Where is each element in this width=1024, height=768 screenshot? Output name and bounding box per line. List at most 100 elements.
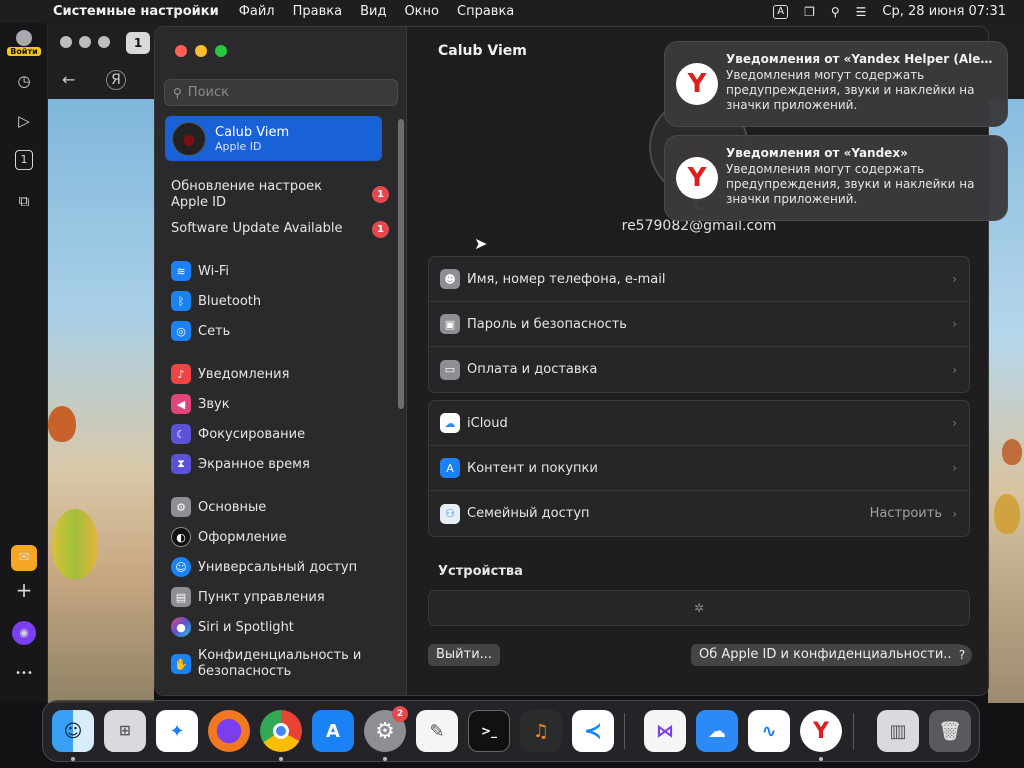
sidebar-item-label: Wi-Fi	[198, 263, 230, 279]
sidebar-scrollbar[interactable]	[398, 119, 404, 409]
row-action-label: Настроить	[869, 506, 942, 521]
sidebar-item-siri[interactable]: ● Siri и Spotlight	[171, 614, 391, 640]
row-media-purchases[interactable]: A Контент и покупки ›	[429, 446, 969, 491]
row-payment-shipping[interactable]: ▭ Оплата и доставка ›	[429, 347, 969, 392]
sidebar-tab-counter[interactable]: 1	[15, 150, 33, 170]
search-field[interactable]: ⚲	[164, 79, 398, 106]
search-icon[interactable]: ⚲	[831, 5, 840, 19]
app-store-icon: A	[440, 458, 460, 478]
row-family-sharing[interactable]: ⚇ Семейный доступ Настроить ›	[429, 491, 969, 536]
row-name-phone-email[interactable]: ☻ Имя, номер телефона, e-mail ›	[429, 257, 969, 302]
sidebar-item-screen-time[interactable]: ⧗ Экранное время	[171, 451, 391, 477]
alice-icon[interactable]: ◉	[12, 621, 36, 645]
tab-count-button[interactable]: 1	[126, 32, 150, 54]
menu-help[interactable]: Справка	[457, 4, 514, 19]
mail-icon[interactable]: ✉	[11, 545, 37, 571]
sidebar-item-accessibility[interactable]: ☺ Универсальный доступ	[171, 554, 391, 580]
row-password-security[interactable]: ▣ Пароль и безопасность ›	[429, 302, 969, 347]
sidebar-item-control-center[interactable]: ▤ Пункт управления	[171, 584, 391, 610]
finder-icon[interactable]: ☺	[52, 710, 94, 752]
help-button[interactable]: ?	[952, 645, 972, 665]
running-indicator	[71, 757, 75, 761]
running-indicator	[279, 757, 283, 761]
sidebar-item-bluetooth[interactable]: ᛒ Bluetooth	[171, 288, 391, 314]
browser-close-button[interactable]	[60, 36, 72, 48]
profile-subtitle: Apple ID	[215, 139, 262, 153]
app-store-icon[interactable]: A	[312, 710, 354, 752]
vscode-icon[interactable]: ≺	[572, 710, 614, 752]
login-button[interactable]: Войти	[7, 30, 41, 58]
yandex-icon: Y	[676, 157, 718, 199]
notification-yandex[interactable]: Y Уведомления от «Yandex» Уведомления мо…	[664, 135, 1008, 221]
sidebar-item-network[interactable]: ◎ Сеть	[171, 318, 391, 344]
screenshot-icon[interactable]: ⧉	[13, 190, 35, 212]
garageband-icon[interactable]: ♫	[520, 710, 562, 752]
sidebar-item-apple-id[interactable]: Calub Viem Apple ID	[165, 116, 382, 161]
back-arrow-icon[interactable]: ←	[62, 70, 75, 89]
sidebar-item-general[interactable]: ⚙ Основные	[171, 494, 391, 520]
wifi-icon: ≋	[171, 261, 191, 281]
about-privacy-button[interactable]: Об Apple ID и конфиденциальности...	[691, 644, 964, 666]
avatar	[172, 121, 206, 156]
mouse-cursor-icon: ➤	[474, 234, 488, 253]
yandex-browser-icon[interactable]: Y	[800, 710, 842, 752]
update-label: Обновление настроек Apple ID	[171, 179, 322, 210]
sidebar-item-focus[interactable]: ☾ Фокусирование	[171, 421, 391, 447]
sidebar-item-apple-id-update[interactable]: Обновление настроек Apple ID 1	[171, 179, 393, 211]
menu-file[interactable]: Файл	[239, 4, 275, 19]
minimize-button[interactable]	[195, 45, 207, 57]
sidebar-item-label: Конфиденциальность и безопасность	[198, 648, 362, 679]
menubar-status: A ❐ ⚲ ☰ Ср, 28 июня 07:31	[773, 0, 1006, 23]
more-icon[interactable]: •••	[13, 663, 35, 685]
terminal-icon[interactable]: >_	[468, 710, 510, 752]
dock-separator	[853, 713, 854, 749]
sidebar-item-notifications[interactable]: ♪ Уведомления	[171, 361, 391, 387]
menu-edit[interactable]: Правка	[293, 4, 342, 19]
freeform-icon[interactable]: ∿	[748, 710, 790, 752]
play-icon[interactable]: ▷	[13, 110, 35, 132]
control-center-icon[interactable]: ☰	[856, 5, 867, 19]
screen-mirroring-icon[interactable]: ❐	[804, 5, 815, 19]
zoom-button[interactable]	[215, 45, 227, 57]
trash-icon[interactable]: 🗑	[929, 710, 971, 752]
menubar-clock[interactable]: Ср, 28 июня 07:31	[882, 4, 1006, 19]
row-label: Контент и покупки	[467, 460, 598, 476]
loading-spinner-icon: ✲	[693, 601, 705, 615]
balloon-decoration	[48, 406, 76, 442]
sidebar-item-appearance[interactable]: ◐ Оформление	[171, 524, 391, 550]
yandex-home-icon[interactable]: Я	[106, 70, 126, 90]
history-icon[interactable]: ◷	[13, 70, 35, 92]
menu-window[interactable]: Окно	[404, 4, 439, 19]
close-button[interactable]	[175, 45, 187, 57]
chevron-right-icon: ›	[952, 461, 957, 475]
sidebar-item-software-update[interactable]: Software Update Available 1	[171, 221, 393, 238]
firefox-icon[interactable]	[208, 710, 250, 752]
menubar-app-name[interactable]: Системные настройки	[53, 4, 219, 19]
notification-body: Уведомления могут содержать предупрежден…	[726, 68, 975, 112]
sign-out-button[interactable]: Выйти...	[428, 644, 501, 666]
devices-title: Устройства	[438, 564, 523, 579]
siri-icon: ●	[171, 617, 191, 637]
weather-icon[interactable]: ☁	[696, 710, 738, 752]
launchpad-icon[interactable]: ⊞	[104, 710, 146, 752]
notification-yandex-helper[interactable]: Y Уведомления от «Yandex Helper (Alerts)…	[664, 41, 1008, 127]
update-badge: 1	[372, 186, 389, 203]
menu-view[interactable]: Вид	[360, 4, 386, 19]
add-icon[interactable]: +	[13, 579, 35, 601]
sidebar-item-sound[interactable]: ◀ Звук	[171, 391, 391, 417]
browser-zoom-button[interactable]	[98, 36, 110, 48]
browser-minimize-button[interactable]	[79, 36, 91, 48]
chrome-icon[interactable]	[260, 710, 302, 752]
safari-icon[interactable]: ✦	[156, 710, 198, 752]
textedit-icon[interactable]: ✎	[416, 710, 458, 752]
search-input[interactable]	[187, 85, 378, 100]
input-source-icon[interactable]: A	[773, 4, 789, 19]
visual-studio-icon[interactable]: ⋈	[644, 710, 686, 752]
row-icloud[interactable]: ☁ iCloud ›	[429, 401, 969, 446]
browser-window-controls	[60, 36, 110, 48]
profile-name: Calub Viem	[215, 124, 290, 140]
notification-title: Уведомления от «Yandex Helper (Alerts)»	[726, 52, 994, 66]
sidebar-item-wifi[interactable]: ≋ Wi-Fi	[171, 258, 391, 284]
sidebar-item-privacy[interactable]: ✋ Конфиденциальность и безопасность	[171, 647, 391, 681]
downloads-stack-icon[interactable]: ▥	[877, 710, 919, 752]
